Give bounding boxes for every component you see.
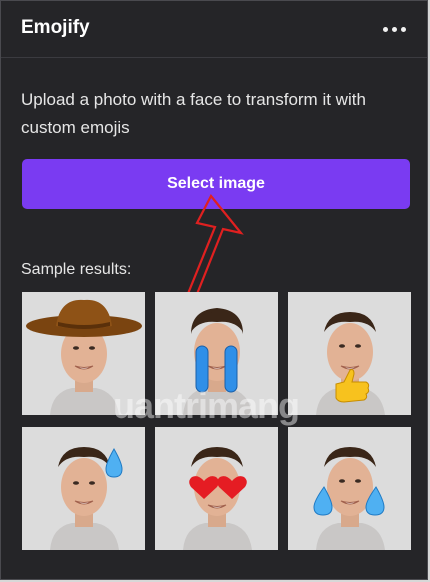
menu-dot bbox=[382, 26, 388, 32]
samples-label: Sample results: bbox=[21, 261, 132, 278]
panel-header: Emojify bbox=[1, 1, 427, 58]
sample-tile-cowboy-hat[interactable] bbox=[22, 292, 145, 415]
app-title: Emojify bbox=[21, 17, 90, 38]
sample-tile-teardrops[interactable] bbox=[288, 427, 411, 550]
sample-tile-heart-eyes[interactable] bbox=[155, 427, 278, 550]
select-image-button[interactable]: Select image bbox=[22, 159, 410, 209]
sample-tile-sweat-drop[interactable] bbox=[22, 427, 145, 550]
menu-dot bbox=[391, 26, 397, 32]
menu-dot bbox=[400, 26, 406, 32]
intro-text: Upload a photo with a face to transform … bbox=[21, 90, 366, 137]
emojify-panel: Emojify Upload a photo with a face to tr… bbox=[0, 0, 428, 580]
sample-tile-crying-tears[interactable] bbox=[155, 292, 278, 415]
more-options-icon[interactable] bbox=[379, 15, 409, 43]
sample-results-grid bbox=[22, 292, 411, 550]
sample-tile-thumbs-up[interactable] bbox=[288, 292, 411, 415]
